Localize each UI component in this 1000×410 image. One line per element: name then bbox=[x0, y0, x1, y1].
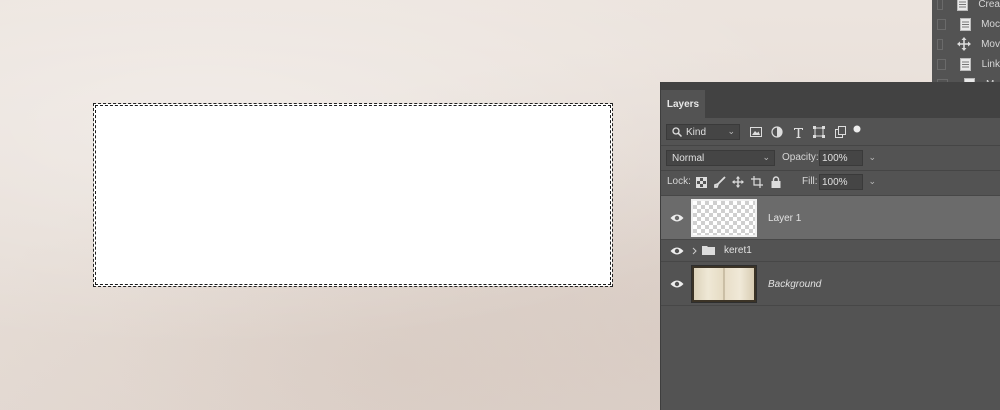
chevron-right-icon[interactable] bbox=[690, 245, 698, 257]
shape-filter-icon[interactable] bbox=[812, 125, 826, 139]
layer-thumbnail bbox=[691, 199, 757, 237]
lock-all-icon[interactable] bbox=[769, 175, 783, 189]
chevron-down-icon: ⌄ bbox=[762, 152, 770, 162]
history-item[interactable]: Link bbox=[932, 54, 1000, 74]
fill-input[interactable]: 100% ⌄ bbox=[819, 174, 876, 190]
opacity-input[interactable]: 100% ⌄ bbox=[819, 150, 876, 166]
blend-mode-select[interactable]: Normal ⌄ bbox=[666, 150, 775, 166]
move-icon bbox=[957, 37, 972, 51]
layer-thumbnail bbox=[691, 265, 757, 303]
divider bbox=[661, 170, 1000, 171]
image-filter-icon[interactable] bbox=[749, 125, 763, 139]
lock-image-pixels-icon[interactable] bbox=[713, 175, 727, 189]
search-icon bbox=[670, 125, 684, 139]
fill-label: Fill: bbox=[802, 176, 818, 187]
history-item[interactable]: Mov bbox=[932, 34, 1000, 54]
layer-name[interactable]: Background bbox=[768, 279, 821, 290]
chevron-down-icon: ⌄ bbox=[868, 176, 876, 186]
layer-filter-kind-select[interactable]: Kind ⌄ bbox=[666, 124, 740, 140]
filter-toggle-dot-icon[interactable] bbox=[852, 124, 862, 134]
layer-row-background[interactable]: Background bbox=[661, 261, 1000, 305]
history-item-label: Moc bbox=[981, 18, 1000, 30]
divider bbox=[661, 145, 1000, 146]
history-checkbox[interactable] bbox=[937, 38, 944, 50]
opacity-value: 100% bbox=[822, 152, 848, 164]
history-checkbox[interactable] bbox=[937, 18, 947, 30]
history-item-label: Crea bbox=[978, 0, 1000, 10]
layers-panel: Layers Kind ⌄ Normal ⌄ Opacity: 100% ⌄ L… bbox=[660, 82, 1000, 410]
folder-icon bbox=[701, 244, 715, 256]
history-item[interactable]: Crea bbox=[932, 0, 1000, 14]
marquee-selection[interactable] bbox=[93, 103, 613, 287]
smart-object-filter-icon[interactable] bbox=[833, 125, 847, 139]
eye-icon[interactable] bbox=[669, 210, 685, 226]
adjustment-filter-icon[interactable] bbox=[770, 125, 784, 139]
layer-name[interactable]: Layer 1 bbox=[768, 213, 801, 224]
eye-icon[interactable] bbox=[669, 243, 685, 259]
history-checkbox[interactable] bbox=[937, 58, 947, 70]
eye-icon[interactable] bbox=[669, 276, 685, 292]
panel-tab-bar: Layers bbox=[661, 82, 1000, 118]
filter-kind-label: Kind bbox=[686, 126, 707, 138]
opacity-label: Opacity: bbox=[782, 152, 819, 163]
history-panel: Crea Moc Mov Link M bbox=[932, 0, 1000, 91]
history-checkbox[interactable] bbox=[937, 0, 944, 10]
layer-row-group-keret1[interactable]: keret1 bbox=[661, 239, 1000, 261]
history-item-label: Mov bbox=[981, 38, 1000, 50]
history-item[interactable]: Moc bbox=[932, 14, 1000, 34]
tab-layers[interactable]: Layers bbox=[661, 90, 705, 118]
document-icon bbox=[957, 0, 969, 11]
lock-transparent-pixels-icon[interactable] bbox=[694, 175, 708, 189]
type-filter-icon[interactable] bbox=[791, 125, 805, 139]
history-item-label: Link bbox=[981, 58, 1000, 70]
blend-mode-value: Normal bbox=[672, 152, 705, 164]
layer-name[interactable]: keret1 bbox=[724, 245, 752, 256]
lock-label: Lock: bbox=[667, 176, 691, 187]
document-icon bbox=[960, 57, 972, 71]
document-icon bbox=[960, 17, 972, 31]
chevron-down-icon: ⌄ bbox=[727, 126, 735, 136]
lock-artboard-icon[interactable] bbox=[750, 175, 764, 189]
chevron-down-icon: ⌄ bbox=[868, 152, 876, 162]
lock-position-icon[interactable] bbox=[731, 175, 745, 189]
divider bbox=[661, 305, 1000, 306]
selection-border bbox=[95, 105, 611, 285]
layer-row-layer-1[interactable]: Layer 1 bbox=[661, 195, 1000, 239]
fill-value: 100% bbox=[822, 176, 848, 188]
